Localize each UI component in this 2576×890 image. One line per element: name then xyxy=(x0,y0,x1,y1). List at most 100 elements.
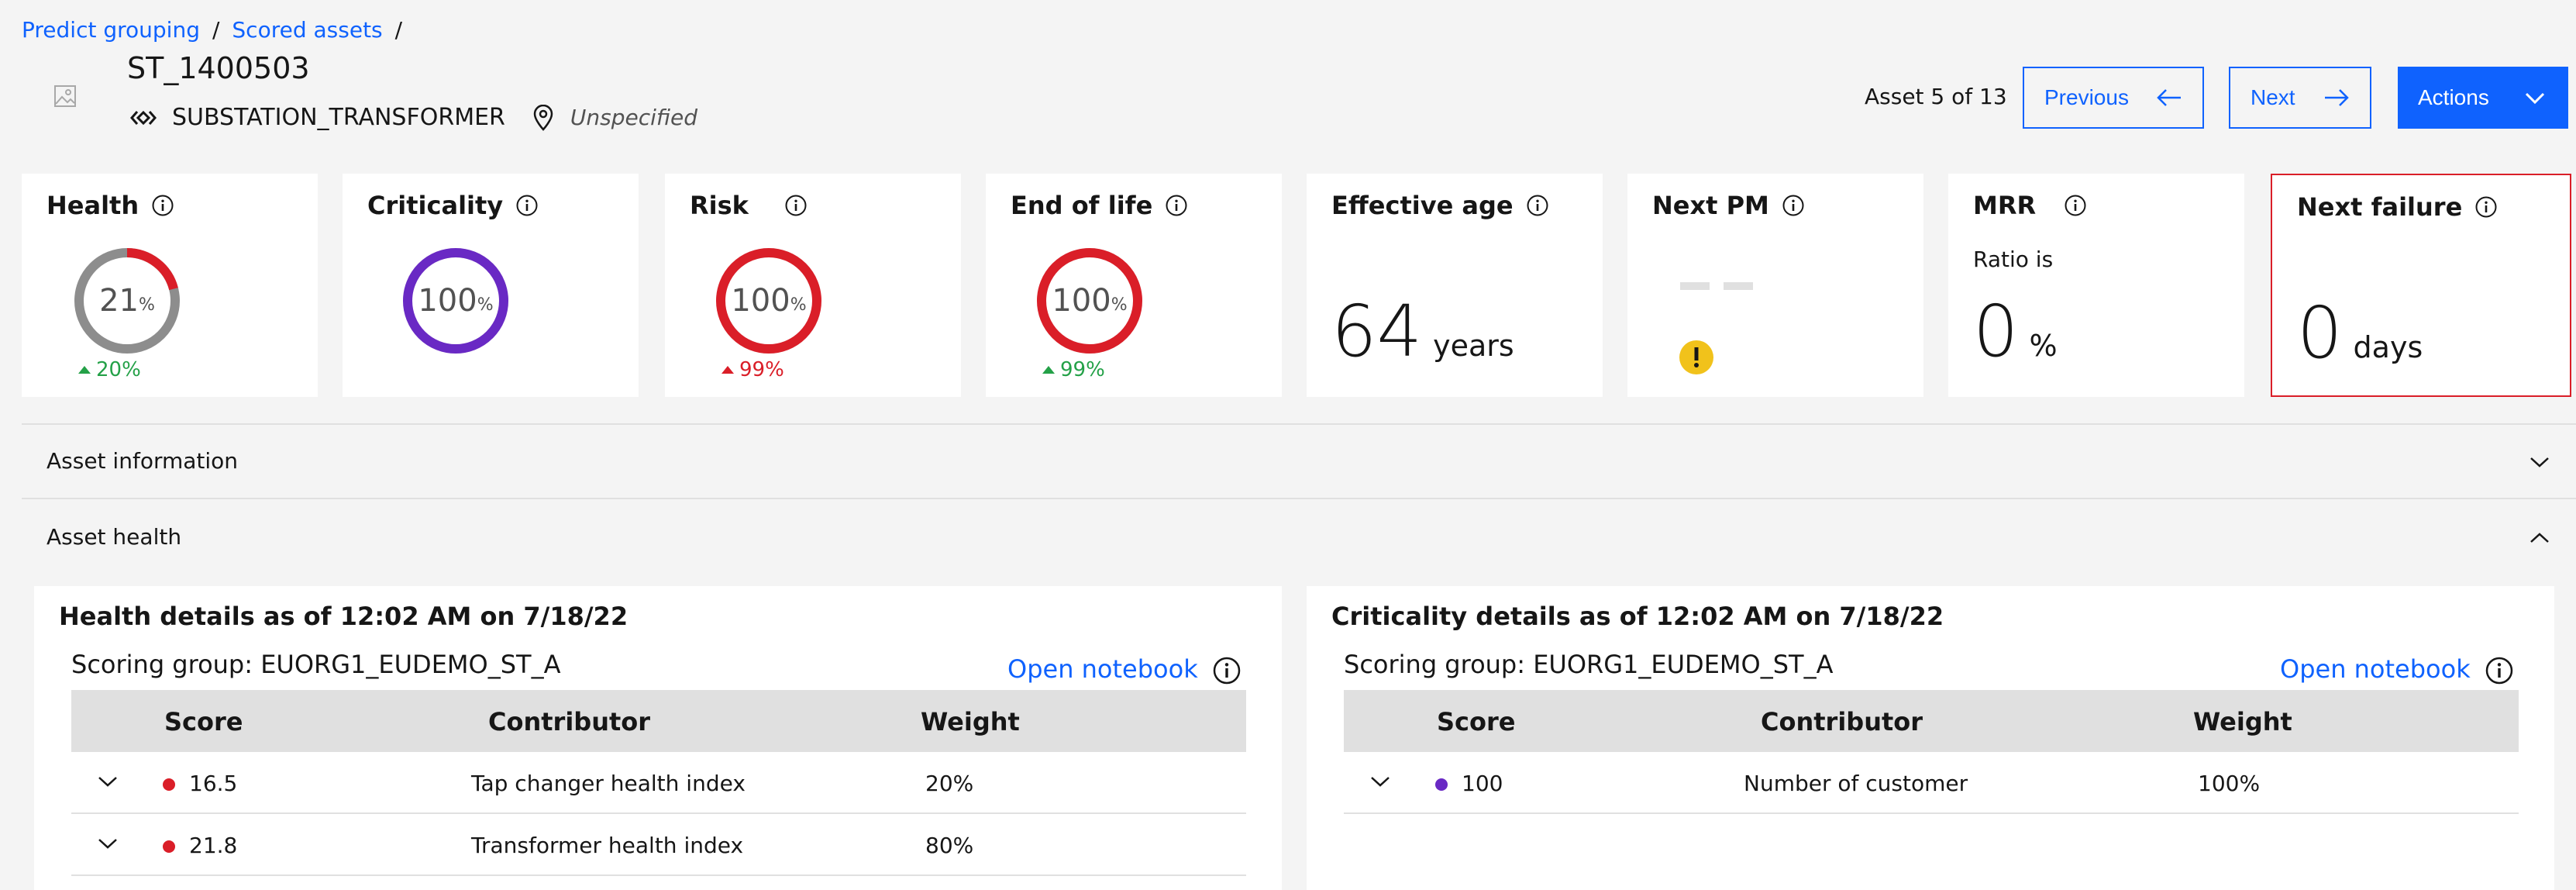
risk-card-title: Risk xyxy=(690,191,808,220)
criticality-card[interactable]: Criticality 100% xyxy=(343,174,639,397)
accordion-asset-health[interactable]: Asset health xyxy=(22,499,2576,572)
accordion-asset-information[interactable]: Asset information xyxy=(22,425,2576,498)
health-card-title: Health xyxy=(46,191,174,220)
asset-pager-label: Asset 5 of 13 xyxy=(1865,84,2007,109)
health-trend: 20% xyxy=(77,358,141,381)
effective-age-card[interactable]: Effective age 64 years xyxy=(1307,174,1603,397)
health-card[interactable]: Health 21% 20% xyxy=(22,174,318,397)
end-of-life-trend-value: 99% xyxy=(1060,358,1105,381)
info-icon[interactable] xyxy=(151,194,174,217)
caret-up-icon xyxy=(78,366,91,374)
mrr-ratio-label: Ratio is xyxy=(1973,247,2054,272)
column-header-contributor[interactable]: Contributor xyxy=(1761,707,1923,736)
mrr-card-title: MRR xyxy=(1973,191,2087,220)
risk-value-unit: % xyxy=(790,295,807,315)
end-of-life-value: 100% xyxy=(1034,245,1145,357)
asset-location: Unspecified xyxy=(570,105,697,130)
health-details-panel: Health details as of 12:02 AM on 7/18/22… xyxy=(34,586,1282,890)
end-of-life-card[interactable]: End of life 100% 99% xyxy=(986,174,1282,397)
asset-title: ST_1400503 xyxy=(127,51,310,85)
next-failure-card[interactable]: Next failure 0 days xyxy=(2271,174,2571,397)
health-contributors-table: Score Contributor Weight 16.5 Tap change… xyxy=(71,690,1246,876)
row-weight: 100% xyxy=(2198,771,2261,796)
next-pm-title: Next PM xyxy=(1652,191,1769,220)
row-weight: 80% xyxy=(925,833,974,858)
caret-up-icon xyxy=(721,366,734,374)
end-of-life-title: End of life xyxy=(1011,191,1153,220)
info-icon[interactable] xyxy=(784,194,808,217)
row-score: 16.5 xyxy=(189,771,238,796)
health-open-notebook-link[interactable]: Open notebook xyxy=(1007,654,1198,684)
info-icon[interactable] xyxy=(1165,194,1188,217)
end-of-life-value-unit: % xyxy=(1111,295,1128,315)
next-failure-unit: days xyxy=(2353,330,2423,364)
breadcrumb: Predict grouping / Scored assets / xyxy=(22,17,402,43)
health-value-unit: % xyxy=(139,295,155,315)
accordion-asset-information-label: Asset information xyxy=(46,448,239,474)
info-icon[interactable] xyxy=(2064,194,2087,217)
next-failure-value: 0 days xyxy=(2297,291,2423,374)
end-of-life-value-number: 100 xyxy=(1052,283,1111,319)
expand-row-chevron-icon[interactable] xyxy=(98,775,118,788)
score-status-dot xyxy=(163,840,175,853)
criticality-details-title: Criticality details as of 12:02 AM on 7/… xyxy=(1331,602,1944,631)
risk-trend: 99% xyxy=(721,358,784,381)
effective-age-unit: years xyxy=(1433,329,1514,363)
risk-title: Risk xyxy=(690,191,749,220)
chevron-up-icon xyxy=(2530,533,2549,543)
info-icon[interactable] xyxy=(2485,656,2514,685)
next-button[interactable]: Next xyxy=(2229,67,2371,129)
caret-up-icon xyxy=(1042,366,1055,374)
next-pm-card[interactable]: Next PM xyxy=(1627,174,1923,397)
expand-row-chevron-icon[interactable] xyxy=(1370,775,1390,788)
criticality-value: 100% xyxy=(400,245,511,357)
score-status-dot xyxy=(163,778,175,791)
chevron-down-icon xyxy=(2525,92,2545,105)
row-contributor: Number of customer xyxy=(1744,771,1968,796)
actions-button-label: Actions xyxy=(2418,85,2489,109)
expand-row-chevron-icon[interactable] xyxy=(98,837,118,850)
arrow-right-icon xyxy=(2325,89,2349,106)
column-header-score[interactable]: Score xyxy=(1437,707,1515,736)
breadcrumb-predict-grouping[interactable]: Predict grouping xyxy=(22,17,200,43)
effective-age-title: Effective age xyxy=(1331,191,1514,220)
criticality-scoring-group: Scoring group: EUORG1_EUDEMO_ST_A xyxy=(1344,650,1834,679)
next-failure-title: Next failure xyxy=(2297,192,2463,222)
info-icon[interactable] xyxy=(1526,194,1549,217)
mrr-title: MRR xyxy=(1973,191,2037,220)
column-header-weight[interactable]: Weight xyxy=(2193,707,2292,736)
health-details-title: Health details as of 12:02 AM on 7/18/22 xyxy=(59,602,629,631)
asset-type-label: SUBSTATION_TRANSFORMER xyxy=(172,104,505,131)
table-row: 21.8 Transformer health index 80% xyxy=(71,814,1246,876)
table-header: Score Contributor Weight xyxy=(1344,690,2519,752)
effective-age-number: 64 xyxy=(1331,290,1423,373)
column-header-score[interactable]: Score xyxy=(164,707,243,736)
row-score: 21.8 xyxy=(189,833,238,858)
next-failure-card-title: Next failure xyxy=(2297,192,2498,222)
criticality-details-panel: Criticality details as of 12:02 AM on 7/… xyxy=(1307,586,2554,890)
row-contributor: Transformer health index xyxy=(471,833,744,858)
info-icon[interactable] xyxy=(1212,656,1242,685)
column-header-contributor[interactable]: Contributor xyxy=(488,707,650,736)
actions-button[interactable]: Actions xyxy=(2398,67,2568,129)
mrr-card[interactable]: MRR Ratio is 0 % xyxy=(1948,174,2244,397)
asset-type-icon xyxy=(130,110,157,125)
info-icon[interactable] xyxy=(515,194,539,217)
previous-button[interactable]: Previous xyxy=(2023,67,2204,129)
accordion-asset-health-label: Asset health xyxy=(46,524,182,550)
asset-subtitle: SUBSTATION_TRANSFORMER Unspecified xyxy=(130,104,697,131)
breadcrumb-separator: / xyxy=(394,17,403,43)
column-header-weight[interactable]: Weight xyxy=(921,707,1020,736)
risk-card[interactable]: Risk 100% 99% xyxy=(665,174,961,397)
arrow-left-icon xyxy=(2157,89,2181,106)
next-failure-number: 0 xyxy=(2297,291,2343,374)
info-icon[interactable] xyxy=(2474,195,2498,219)
health-value-number: 21 xyxy=(99,283,139,319)
warning-icon[interactable] xyxy=(1679,340,1714,375)
criticality-value-unit: % xyxy=(477,295,494,315)
breadcrumb-scored-assets[interactable]: Scored assets xyxy=(232,17,382,43)
risk-value: 100% xyxy=(713,245,825,357)
info-icon[interactable] xyxy=(1782,194,1805,217)
criticality-open-notebook-link[interactable]: Open notebook xyxy=(2280,654,2471,684)
health-title: Health xyxy=(46,191,139,220)
